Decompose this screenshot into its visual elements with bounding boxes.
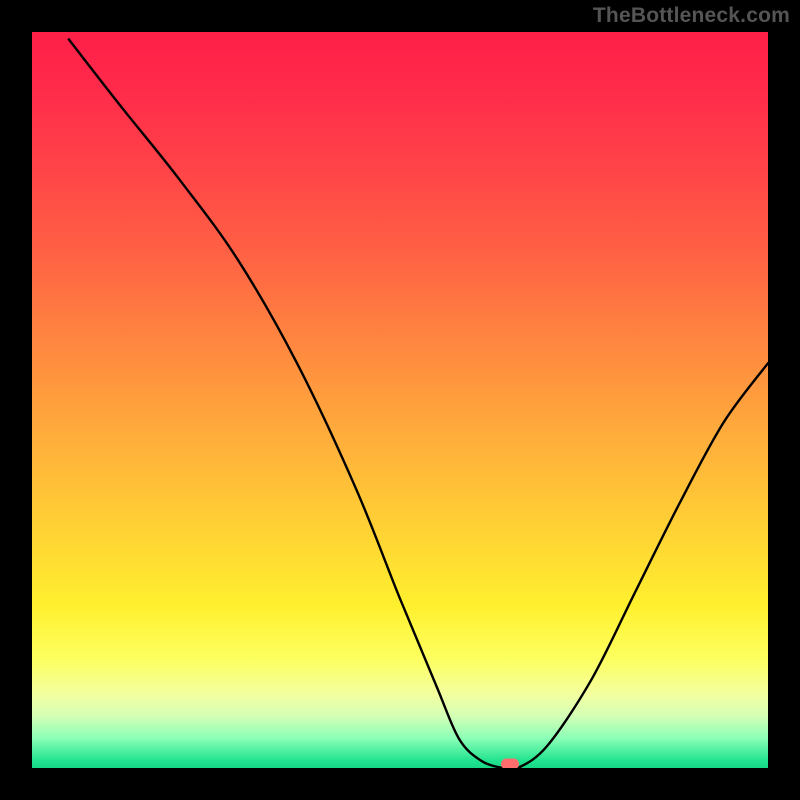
plot-area xyxy=(32,32,768,768)
watermark-text: TheBottleneck.com xyxy=(593,4,790,28)
chart-frame: TheBottleneck.com xyxy=(0,0,800,800)
optimal-marker xyxy=(501,759,519,768)
bottleneck-curve xyxy=(32,32,768,768)
